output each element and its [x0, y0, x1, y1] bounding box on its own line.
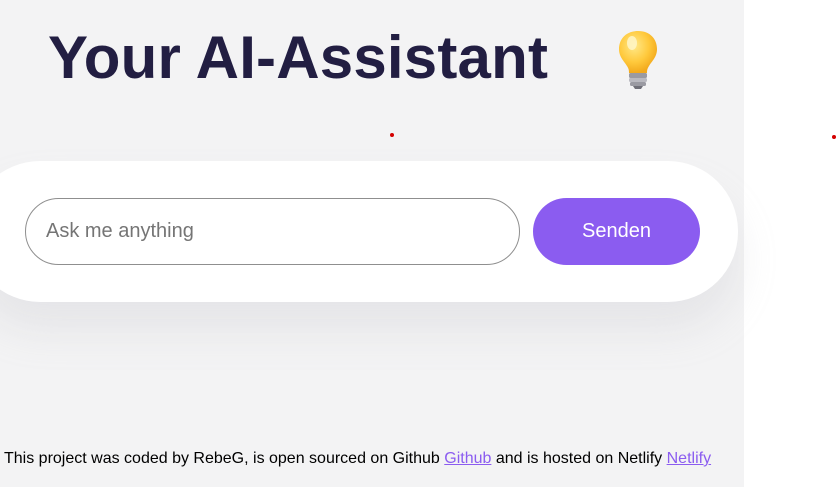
main-area: Your AI-Assistant Senden [0, 0, 744, 487]
netlify-link[interactable]: Netlify [667, 450, 711, 467]
marker-dot [832, 135, 836, 139]
footer-text: and is hosted on Netlify [491, 450, 667, 467]
page: Your AI-Assistant Senden This project wa… [0, 0, 837, 487]
footer-text: This project was coded by RebeG, is open… [4, 450, 445, 467]
github-link[interactable]: Github [444, 450, 491, 467]
marker-dot [390, 133, 394, 137]
search-input[interactable] [25, 198, 520, 265]
footer: This project was coded by RebeG, is open… [4, 449, 711, 469]
page-title: Your AI-Assistant [48, 24, 549, 91]
send-button[interactable]: Senden [533, 198, 700, 265]
lightbulb-icon [619, 31, 657, 89]
